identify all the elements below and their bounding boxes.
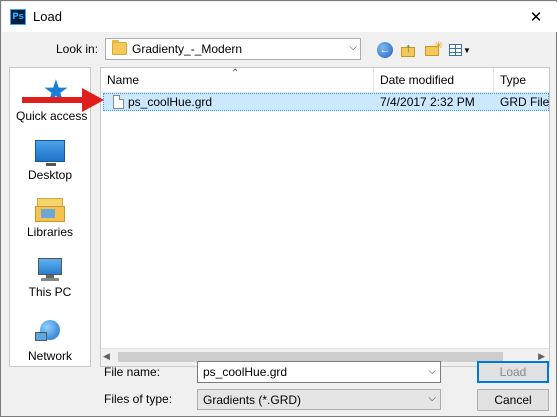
column-date-label: Date modified <box>380 73 455 87</box>
place-libraries[interactable]: Libraries <box>10 198 90 239</box>
new-folder-button[interactable]: ✳ <box>422 39 444 61</box>
folder-icon <box>112 40 127 55</box>
look-in-value: Gradienty_-_Modern <box>132 42 243 56</box>
files-of-type-dropdown[interactable]: Gradients (*.GRD) ⌵ <box>197 389 441 410</box>
file-list[interactable]: ⌃ Name Date modified Type ps_coolHue.grd… <box>100 67 550 367</box>
column-name[interactable]: ⌃ Name <box>101 68 374 92</box>
dropdown-caret-icon: ▼ <box>463 45 471 55</box>
column-type-label: Type <box>500 73 527 87</box>
network-icon <box>35 320 65 346</box>
places-bar: ★ Quick access Desktop Libraries This PC… <box>9 67 91 367</box>
load-button[interactable]: Load <box>477 361 549 383</box>
column-header-row: ⌃ Name Date modified Type <box>101 68 549 93</box>
column-name-label: Name <box>107 73 140 87</box>
place-network[interactable]: Network <box>10 320 90 363</box>
file-row[interactable]: ps_coolHue.grd 7/4/2017 2:32 PM GRD File <box>103 93 549 111</box>
file-name-input[interactable]: ps_coolHue.grd ⌵ <box>197 361 441 383</box>
chevron-down-icon[interactable]: ⌵ <box>428 366 436 377</box>
title-bar[interactable]: Ps Load ✕ <box>2 2 557 32</box>
load-dialog: Ps Load ✕ Look in: Gradienty_-_Modern ⌵ … <box>0 0 557 417</box>
chevron-down-icon: ⌵ <box>349 42 357 53</box>
place-label: This PC <box>28 285 72 299</box>
close-button[interactable]: ✕ <box>516 3 556 31</box>
libraries-icon <box>35 198 65 222</box>
place-desktop[interactable]: Desktop <box>10 140 90 182</box>
red-arrow-annotation <box>22 88 104 112</box>
look-in-dropdown[interactable]: Gradienty_-_Modern ⌵ <box>105 38 361 60</box>
file-icon <box>113 95 124 109</box>
back-button[interactable]: ← <box>374 39 396 61</box>
up-folder-icon: ↑ <box>401 40 417 58</box>
files-of-type-label: Files of type: <box>104 392 173 406</box>
desktop-icon <box>35 140 65 166</box>
scroll-left-icon[interactable]: ◀ <box>103 351 110 362</box>
file-name-value: ps_coolHue.grd <box>203 365 288 379</box>
place-label: Libraries <box>26 225 74 239</box>
this-pc-icon <box>35 258 65 282</box>
new-folder-icon: ✳ <box>425 40 443 57</box>
chevron-down-icon: ⌵ <box>428 393 436 404</box>
file-name: ps_coolHue.grd <box>128 95 213 109</box>
photoshop-app-icon: Ps <box>10 9 26 25</box>
file-name-label: File name: <box>104 365 161 379</box>
file-type: GRD File <box>500 95 550 109</box>
files-of-type-value: Gradients (*.GRD) <box>203 393 302 407</box>
column-date-modified[interactable]: Date modified <box>374 68 494 92</box>
file-date: 7/4/2017 2:32 PM <box>380 95 475 109</box>
look-in-label: Look in: <box>56 42 99 56</box>
back-arrow-icon: ← <box>377 42 393 58</box>
sort-up-icon: ⌃ <box>231 68 240 79</box>
place-this-pc[interactable]: This PC <box>10 258 90 299</box>
view-menu-button[interactable]: ▼ <box>447 39 473 61</box>
place-label: Network <box>27 349 72 363</box>
up-folder-button[interactable]: ↑ <box>398 39 420 61</box>
place-label: Desktop <box>27 168 73 182</box>
window-title: Load <box>33 9 62 24</box>
cancel-button[interactable]: Cancel <box>477 389 549 411</box>
place-label: Quick access <box>16 109 88 123</box>
close-icon: ✕ <box>529 9 543 26</box>
column-type[interactable]: Type <box>494 68 549 92</box>
view-grid-icon <box>449 44 463 56</box>
